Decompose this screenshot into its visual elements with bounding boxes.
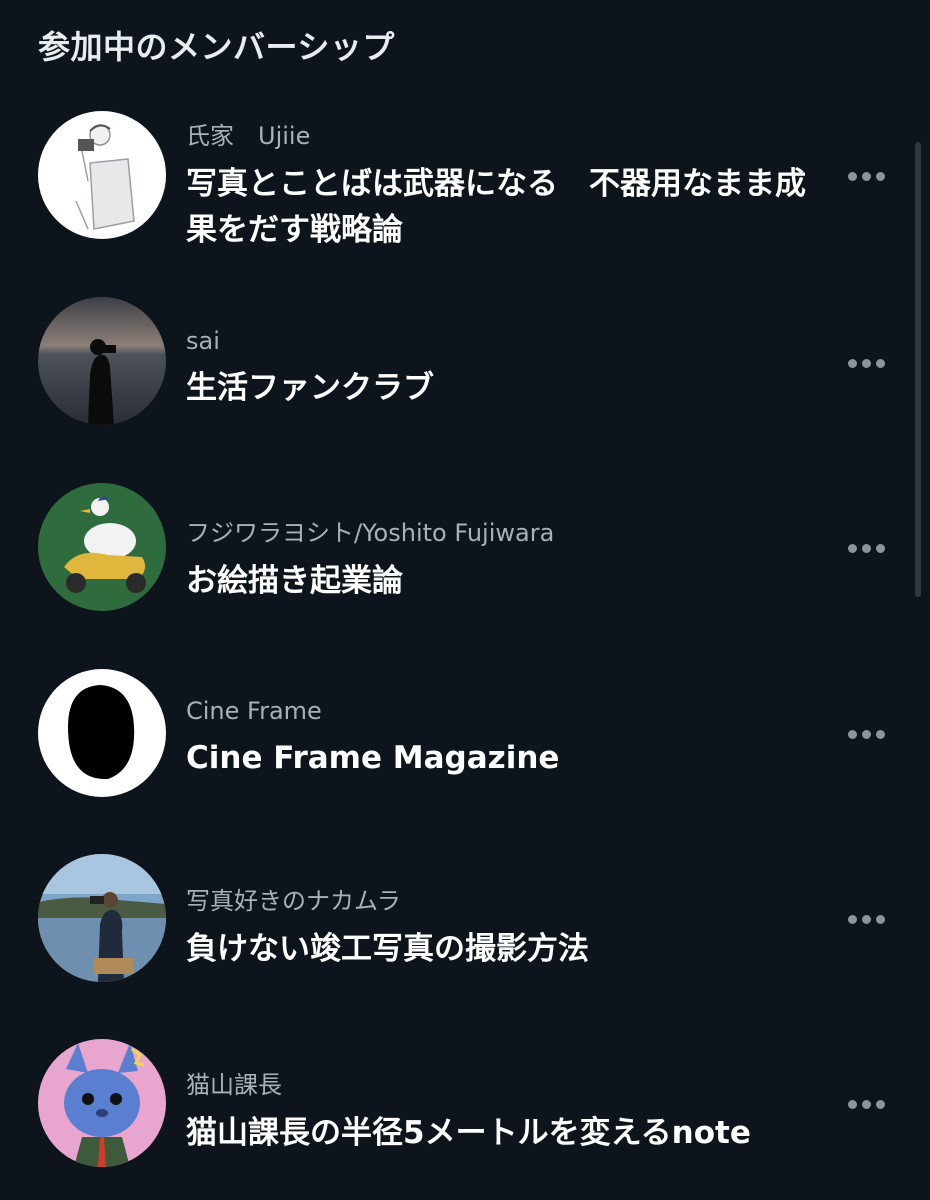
more-options-button[interactable] bbox=[836, 1084, 896, 1124]
scrollbar[interactable] bbox=[915, 142, 921, 597]
avatar bbox=[38, 854, 166, 982]
creator-name: 写真好きのナカムラ bbox=[186, 887, 401, 915]
membership-text: 写真好きのナカムラ 負けない竣工写真の撮影方法 bbox=[186, 881, 816, 972]
membership-title[interactable]: Cine Frame Magazine bbox=[186, 735, 816, 781]
membership-item[interactable]: 猫山課長 猫山課長の半径5メートルを変えるnote bbox=[0, 1038, 930, 1188]
avatar bbox=[38, 111, 166, 239]
more-horizontal-icon bbox=[847, 543, 857, 553]
membership-item[interactable]: 写真好きのナカムラ 負けない竣工写真の撮影方法 bbox=[0, 853, 930, 1003]
avatar bbox=[38, 1039, 166, 1167]
membership-title[interactable]: お絵描き起業論 bbox=[186, 558, 816, 604]
more-horizontal-icon bbox=[847, 729, 857, 739]
membership-title[interactable]: 写真とことばは武器になる 不器用なまま成果をだす戦略論 bbox=[186, 161, 816, 253]
membership-text: sai 生活ファンクラブ bbox=[186, 327, 816, 411]
more-horizontal-icon bbox=[847, 171, 857, 181]
membership-item[interactable]: Cine Frame Cine Frame Magazine bbox=[0, 668, 930, 818]
more-options-button[interactable] bbox=[836, 528, 896, 568]
membership-title[interactable]: 猫山課長の半径5メートルを変えるnote bbox=[186, 1110, 816, 1156]
more-options-button[interactable] bbox=[836, 343, 896, 383]
creator-name: フジワラヨシト/Yoshito Fujiwara bbox=[186, 519, 555, 547]
creator-name: Cine Frame bbox=[186, 697, 322, 725]
membership-text: 猫山課長 猫山課長の半径5メートルを変えるnote bbox=[186, 1065, 816, 1156]
more-options-button[interactable] bbox=[836, 156, 896, 196]
membership-item[interactable]: フジワラヨシト/Yoshito Fujiwara お絵描き起業論 bbox=[0, 482, 930, 632]
more-options-button[interactable] bbox=[836, 714, 896, 754]
avatar bbox=[38, 297, 166, 425]
membership-text: Cine Frame Cine Frame Magazine bbox=[186, 697, 816, 781]
more-horizontal-icon bbox=[847, 358, 857, 368]
creator-name: 猫山課長 bbox=[186, 1071, 282, 1099]
creator-name: 氏家 Ujiie bbox=[186, 122, 311, 150]
more-horizontal-icon bbox=[847, 1099, 857, 1109]
creator-name: sai bbox=[186, 327, 220, 355]
membership-text: 氏家 Ujiie 写真とことばは武器になる 不器用なまま成果をだす戦略論 bbox=[186, 116, 816, 253]
avatar bbox=[38, 483, 166, 611]
membership-title[interactable]: 生活ファンクラブ bbox=[186, 365, 816, 411]
more-options-button[interactable] bbox=[836, 899, 896, 939]
membership-text: フジワラヨシト/Yoshito Fujiwara お絵描き起業論 bbox=[186, 513, 816, 604]
membership-item[interactable]: sai 生活ファンクラブ bbox=[0, 296, 930, 446]
membership-item[interactable]: 氏家 Ujiie 写真とことばは武器になる 不器用なまま成果をだす戦略論 bbox=[0, 110, 930, 260]
membership-title[interactable]: 負けない竣工写真の撮影方法 bbox=[186, 926, 816, 972]
page-title: 参加中のメンバーシップ bbox=[38, 28, 395, 66]
more-horizontal-icon bbox=[847, 914, 857, 924]
memberships-screen: 参加中のメンバーシップ 氏家 Ujiie 写真とことばは武器になる 不器用なまま… bbox=[0, 0, 930, 1200]
avatar bbox=[38, 669, 166, 797]
